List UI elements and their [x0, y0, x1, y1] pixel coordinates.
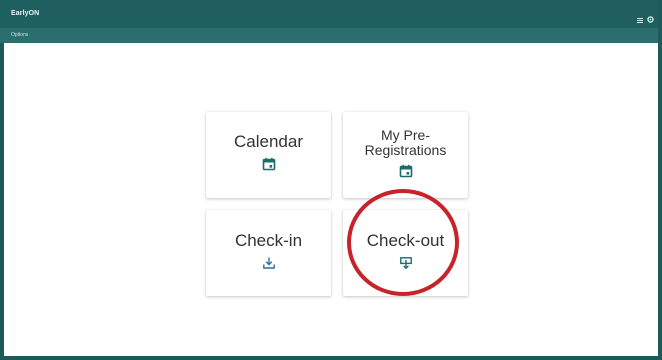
- calendar-tile[interactable]: Calendar: [206, 112, 331, 198]
- calendar-tile-label: Calendar: [234, 132, 303, 152]
- tile-grid: Calendar My Pre- Registrations Check-in …: [206, 112, 470, 298]
- settings-gear-icon[interactable]: [647, 10, 654, 23]
- download-box-icon: [399, 256, 413, 270]
- menu-bar: Options: [0, 28, 662, 43]
- calendar-icon: [399, 164, 413, 178]
- pre-registrations-tile[interactable]: My Pre- Registrations: [343, 112, 468, 198]
- check-in-tile[interactable]: Check-in: [206, 210, 331, 296]
- check-in-tile-label: Check-in: [234, 231, 303, 251]
- download-tray-icon: [262, 256, 276, 270]
- window-bottom-border: [0, 356, 662, 360]
- title-bar-controls: [637, 10, 654, 23]
- check-out-tile-label: Check-out: [366, 231, 445, 251]
- title-bar: EarlyON: [0, 0, 662, 28]
- app-window: EarlyON Options Calendar My Pre- Registr…: [0, 0, 662, 360]
- check-out-tile[interactable]: Check-out: [343, 210, 468, 296]
- options-menu[interactable]: Options: [11, 32, 28, 38]
- pre-registrations-tile-label: My Pre- Registrations: [364, 127, 447, 158]
- calendar-icon: [262, 157, 276, 171]
- app-title: EarlyON: [11, 10, 40, 17]
- grid-menu-icon[interactable]: [637, 10, 643, 23]
